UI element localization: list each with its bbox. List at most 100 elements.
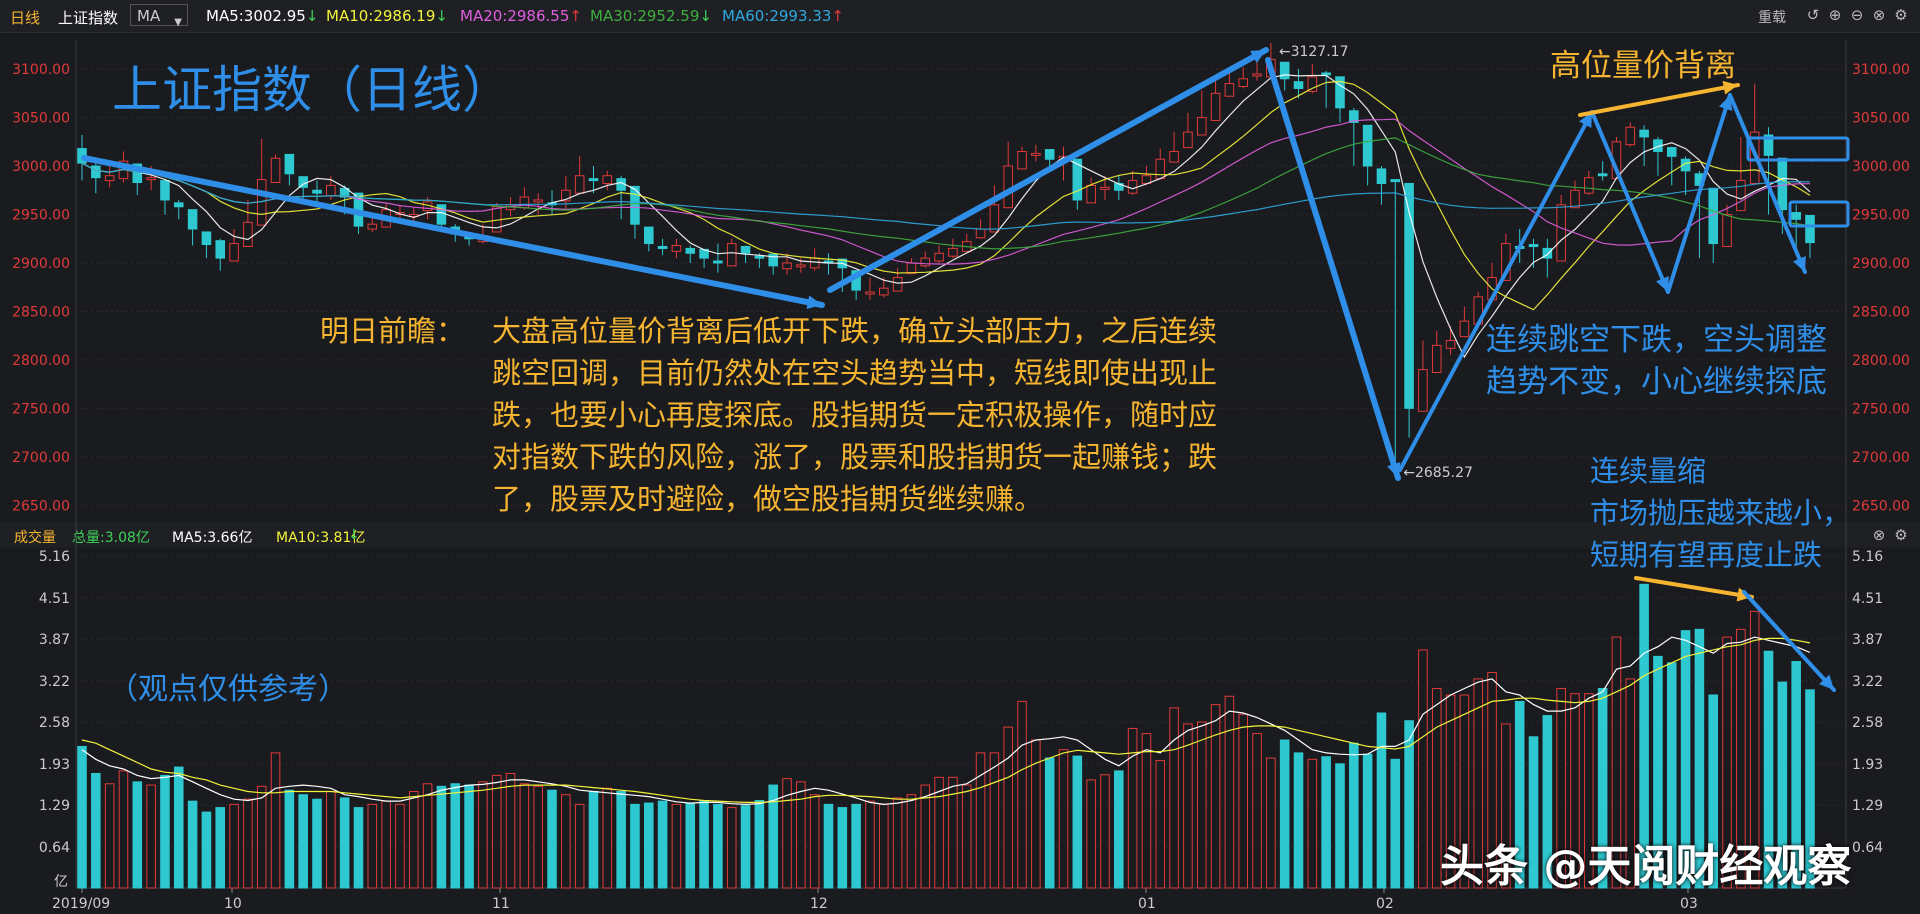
volume-tick-label: 4.51 — [39, 591, 70, 607]
candle — [1307, 76, 1318, 92]
candle — [1625, 126, 1636, 146]
x-tick-label: 10 — [224, 896, 242, 912]
volume-bar — [837, 807, 848, 889]
annotation-gap-down-1: 连续跳空下跌，空头调整 — [1486, 322, 1827, 358]
volume-tick-label: 1.93 — [39, 757, 70, 773]
volume-tick-label: 1.29 — [1852, 798, 1883, 814]
x-tick-label: 02 — [1376, 896, 1394, 912]
volume-bar — [713, 803, 723, 889]
candle — [1805, 214, 1815, 244]
volume-bar — [1376, 712, 1387, 889]
volume-bar — [630, 803, 640, 889]
volume-bar — [865, 800, 875, 889]
candle — [989, 204, 1000, 233]
candle — [1418, 369, 1428, 412]
forecast-label: 明日前瞻： — [320, 314, 466, 348]
candle — [892, 277, 903, 292]
volume-bar — [1155, 760, 1166, 889]
volume-bar — [229, 803, 239, 889]
volume-tick-label: 0.64 — [1852, 840, 1883, 856]
volume-bar — [906, 794, 917, 889]
gap-box-upper — [1746, 136, 1850, 162]
candle — [602, 175, 613, 184]
volume-tick-label: 3.87 — [1852, 632, 1883, 648]
volume-bar — [1349, 742, 1359, 889]
volume-tick-label: 1.29 — [39, 798, 70, 814]
volume-bar — [1169, 707, 1179, 889]
candle — [574, 175, 585, 194]
forecast-line: 了，股票及时避险，做空股指期货继续赚。 — [492, 482, 1044, 516]
volume-tick-label: 5.16 — [39, 549, 70, 565]
candle — [948, 247, 958, 257]
volume-bar — [1072, 755, 1083, 889]
trend-arrow-crash — [1265, 57, 1401, 481]
candle — [643, 226, 654, 245]
candle — [1584, 177, 1594, 194]
candle — [1445, 340, 1456, 349]
volume-bar — [1362, 753, 1373, 889]
volume-bar — [215, 807, 226, 889]
candle — [243, 221, 253, 247]
forecast-line: 跌，也要小心再度探底。股指期货一定积极操作，随时应 — [492, 398, 1218, 432]
candle — [229, 243, 239, 262]
volume-bar — [1390, 758, 1401, 889]
price-tick-label: 2800.00 — [1852, 353, 1910, 369]
volume-bar — [1114, 770, 1124, 889]
volume-bar — [602, 787, 613, 889]
volume-tick-label: 3.22 — [1852, 674, 1883, 690]
volume-bar — [740, 805, 751, 889]
volume-bar — [146, 784, 156, 889]
candle — [1321, 72, 1331, 76]
volume-bar — [422, 783, 433, 889]
candle — [1224, 83, 1235, 97]
volume-bar — [961, 784, 972, 889]
forecast-line: 跳空回调，目前仍然处在空头趋势当中，短线即使出现止 — [492, 356, 1218, 390]
price-tick-label: 3000.00 — [1852, 159, 1910, 175]
price-tick-label: 2650.00 — [12, 498, 70, 514]
candle — [1404, 182, 1414, 409]
volume-bar — [505, 772, 516, 889]
candle — [1791, 212, 1801, 220]
price-tick-label: 2700.00 — [1852, 450, 1910, 466]
volume-tick-label: 5.16 — [1852, 549, 1883, 565]
volume-bar — [1224, 695, 1235, 889]
volume-bar — [326, 790, 336, 889]
volume-bar — [436, 785, 447, 889]
candle — [1044, 149, 1055, 160]
volume-bar — [312, 798, 322, 889]
candle — [1017, 150, 1027, 170]
chart-title: 上证指数（日线） — [112, 61, 512, 119]
volume-tick-label: 3.87 — [39, 632, 70, 648]
x-tick-label: 2019/09 — [52, 896, 110, 912]
candle — [1183, 131, 1193, 149]
candle — [91, 165, 101, 179]
candle — [1086, 184, 1096, 204]
volume-bar — [395, 803, 405, 889]
volume-bar — [1017, 700, 1027, 889]
price-tick-label: 2650.00 — [1852, 498, 1910, 514]
volume-bar — [657, 800, 668, 889]
candle — [519, 196, 530, 209]
volume-tick-label: 4.51 — [1852, 591, 1883, 607]
volume-bar — [809, 794, 820, 889]
price-tick-label: 2750.00 — [12, 401, 70, 417]
divergence-arrow — [1578, 83, 1740, 117]
candle — [187, 209, 198, 230]
volume-bar — [298, 794, 308, 889]
volume-bar — [91, 772, 101, 889]
candle — [1252, 73, 1262, 77]
candle — [657, 245, 668, 249]
volume-bar — [851, 803, 861, 889]
price-tick-label: 2950.00 — [12, 207, 70, 223]
candle — [975, 228, 986, 239]
volume-bar — [1196, 721, 1207, 889]
volume-bar — [588, 790, 599, 889]
high-label: ←3127.17 — [1279, 44, 1349, 60]
volume-bar — [1335, 763, 1345, 889]
candle — [1238, 78, 1249, 88]
volume-bar — [616, 790, 626, 889]
price-tick-label: 2800.00 — [12, 353, 70, 369]
volume-bar — [270, 752, 281, 889]
disclaimer: （观点仅供参考） — [108, 672, 348, 707]
volume-bar — [574, 803, 585, 889]
